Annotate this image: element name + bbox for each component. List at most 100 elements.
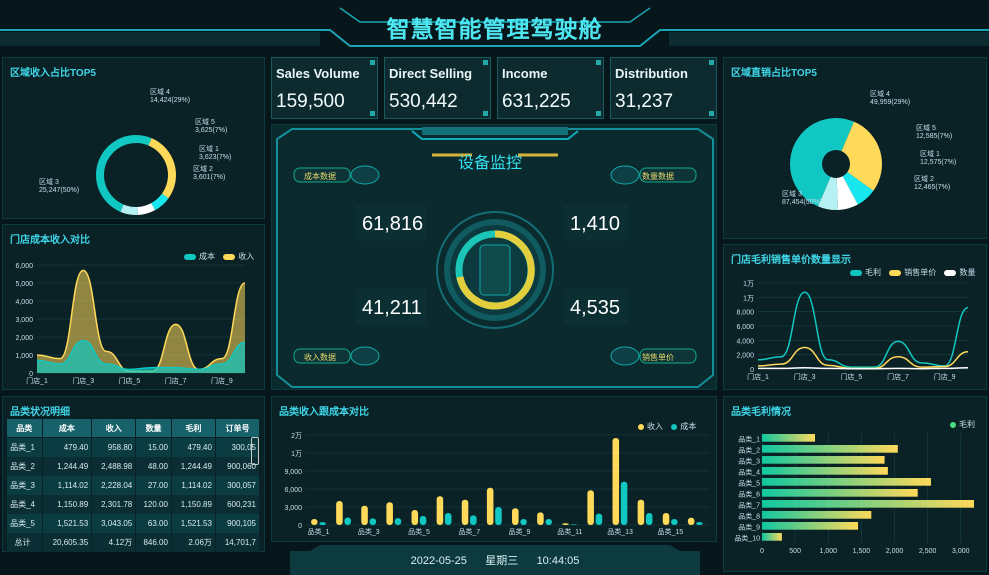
cost-value: 61,816 — [362, 213, 424, 235]
table-cell: 1,244.49 — [42, 456, 93, 476]
y-tick-label: 4,000 — [736, 338, 754, 345]
table-header-cell[interactable]: 毛利 — [170, 418, 216, 438]
kpi-income: Income 631,225 — [497, 57, 604, 119]
slice-value-label: 14,424(29%) — [150, 97, 190, 104]
table-cell: 品类_1 — [6, 437, 43, 457]
table-cell: 48.00 — [135, 456, 172, 476]
y-tick-label: 1万 — [743, 280, 754, 288]
category-income-chart: 0 3,000 6,000 9,000 1万 2万品类_1 品类_3 品类_5 品类_7 品类_9… — [284, 432, 708, 536]
bar — [369, 518, 377, 525]
table-cell: 1,114.02 — [42, 475, 93, 495]
income-value: 41,211 — [362, 297, 422, 319]
table-cell: 846.00 — [135, 532, 172, 552]
bar — [762, 489, 918, 497]
table-header-cell[interactable]: 订单号 — [214, 418, 261, 438]
x-tick-label: 门店_5 — [119, 376, 141, 385]
corner-marker — [370, 60, 375, 65]
table-cell: 品类_2 — [6, 456, 43, 476]
y-tick-label: 6,000 — [284, 487, 302, 494]
table-cell: 900,105 — [215, 513, 261, 533]
corner-marker — [596, 60, 601, 65]
y-tick-label: 4,000 — [15, 299, 33, 306]
x-tick-label: 品类_5 — [408, 527, 430, 536]
price-value: 4,535 — [570, 297, 621, 319]
kpi-distribution: Distribution 31,237 — [610, 57, 717, 119]
bar — [687, 517, 695, 525]
y-tick-label: 品类_4 — [738, 467, 760, 476]
bar — [762, 445, 898, 453]
bar — [470, 515, 477, 525]
x-tick-label: 1,000 — [819, 548, 837, 555]
table-cell: 2,488.98 — [91, 456, 137, 476]
slice-value-label: 3,601(7%) — [193, 174, 225, 181]
y-tick-label: 3,000 — [284, 505, 302, 512]
corner-marker — [709, 111, 714, 116]
series-line — [757, 291, 969, 368]
table-row: 品类_1 479.40 958.80 15.00 479.40 300,05 — [6, 437, 261, 457]
kpi-value: 159,500 — [276, 91, 345, 112]
kpi-direct-selling: Direct Selling 530,442 — [384, 57, 491, 119]
store-cost-chart: 0 1,000 2,000 3,000 4,000 5,000 6,000 门店_1 门店_3 门… — [15, 263, 246, 385]
bar — [537, 512, 544, 525]
bar — [495, 507, 502, 525]
table-cell: 479.40 — [171, 437, 216, 457]
slice-value-label: 3,623(7%) — [199, 154, 231, 161]
table-cell: 479.40 — [42, 437, 93, 457]
y-tick-label: 品类_3 — [738, 456, 760, 465]
corner-marker — [370, 111, 375, 116]
kpi-value: 530,442 — [389, 91, 458, 112]
pie-slice — [148, 138, 177, 199]
bar — [461, 499, 469, 525]
pie-slice — [96, 135, 152, 212]
y-tick-label: 6,000 — [736, 324, 754, 331]
slice-name-label: 区域 2 — [193, 164, 213, 173]
x-tick-label: 门店_5 — [840, 372, 862, 381]
slice-value-label: 49,959(29%) — [870, 99, 910, 106]
table-header-cell[interactable]: 收入 — [91, 418, 137, 438]
bar — [512, 508, 519, 525]
page-title: 智慧智能管理驾驶舱 — [386, 16, 603, 42]
table-header-cell[interactable]: 品类 — [6, 418, 43, 438]
y-tick-label: 品类_10 — [734, 533, 760, 542]
slice-name-label: 区域 4 — [870, 89, 890, 98]
slice-name-label: 区域 5 — [195, 117, 215, 126]
table-scrollbar[interactable] — [251, 437, 259, 465]
slice-name-label: 区域 5 — [916, 123, 936, 132]
slice-name-label: 区域 4 — [150, 87, 170, 96]
x-tick-label: 门店_3 — [794, 372, 816, 381]
table-row: 品类_4 1,150.89 2,301.78 120.00 1,150.89 600,23… — [6, 494, 261, 514]
y-tick-label: 0 — [750, 367, 754, 374]
slice-name-label: 区域 2 — [914, 174, 934, 183]
y-tick-label: 品类_2 — [738, 445, 760, 454]
y-tick-label: 品类_9 — [738, 522, 760, 531]
y-tick-label: 3,000 — [15, 317, 33, 324]
footer-time: 10:44:05 — [536, 555, 580, 567]
table-cell: 958.80 — [91, 437, 137, 457]
table-row: 品类_2 1,244.49 2,488.98 48.00 1,244.49 900,060 — [6, 456, 261, 476]
dashboard: 智慧智能管理驾驶舱 区域收入占比TOP5 区域 4 14,424(29%) 区域 5… — [0, 0, 989, 575]
cost-data-label: 成本数据 — [304, 172, 336, 181]
bar — [386, 502, 393, 525]
table-cell: 1,521.53 — [171, 513, 216, 533]
bar — [311, 519, 318, 525]
x-tick-label: 2,500 — [919, 548, 937, 555]
bar — [762, 456, 885, 464]
x-tick-label: 1,500 — [853, 548, 871, 555]
bar — [762, 500, 974, 508]
y-tick-label: 2万 — [291, 432, 302, 440]
slice-value-label: 12,575(7%) — [920, 159, 956, 166]
slice-value-label: 25,247(50%) — [39, 187, 79, 194]
footer-weekday: 星期三 — [485, 555, 519, 567]
table-cell: 4.12万 — [91, 532, 137, 552]
category-margin-chart: 0 500 1,000 1,500 2,000 2,500 3,000 品类_1 品类_2 品类_… — [734, 433, 974, 555]
table-row: 品类_5 1,521.53 3,043.05 63.00 1,521.53 900,105 — [6, 513, 261, 533]
y-tick-label: 0 — [298, 523, 302, 530]
table-cell: 15.00 — [135, 437, 172, 457]
category-income-panel: 品类收入跟成本对比 收入 成本 0 3,000 6,000 9,000 1万 2万 品类_1… — [271, 396, 717, 542]
table-row: 品类_3 1,114.02 2,228.04 27.00 1,114.02 300,057 — [6, 475, 261, 495]
bar — [344, 517, 351, 525]
table-header-cell[interactable]: 成本 — [41, 418, 93, 438]
y-tick-label: 8,000 — [736, 310, 754, 317]
table-header-cell[interactable]: 数量 — [135, 418, 172, 438]
bar — [411, 510, 419, 525]
